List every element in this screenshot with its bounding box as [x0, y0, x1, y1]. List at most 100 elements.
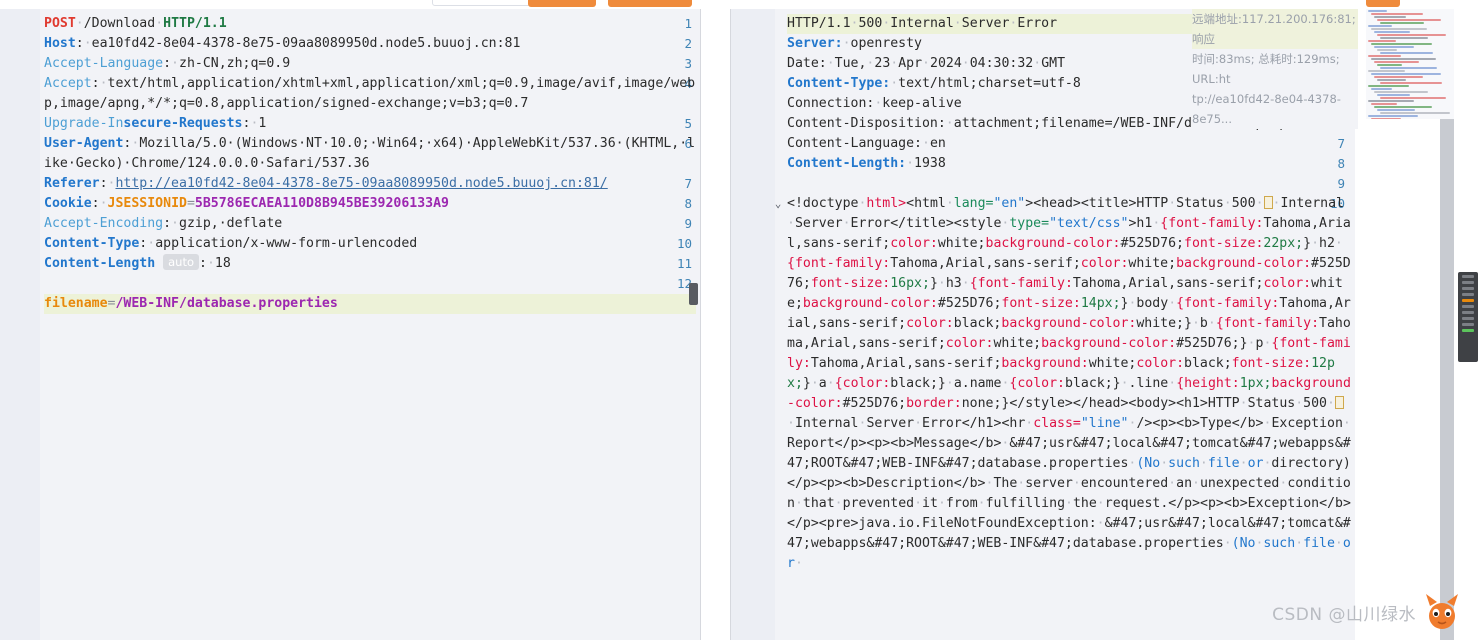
code-token: : [91, 196, 100, 211]
code-token: background: [1001, 356, 1089, 371]
code-token: {height: [1176, 376, 1240, 391]
code-token: · [1096, 516, 1105, 531]
code-token: font-size: [810, 276, 891, 291]
minimap-line [1377, 94, 1411, 96]
response-pane-right-edge [1355, 9, 1366, 640]
code-token: · [83, 36, 92, 51]
request-pane[interactable]: 12345678910111213 POST·/Download·HTTP/1.… [0, 9, 700, 640]
response-code[interactable]: HTTP/1.1·500·Internal·Server·Error Server… [787, 14, 1351, 574]
code-token: application/x-www-form-urlencoded [155, 236, 418, 251]
code-token: · [1065, 496, 1073, 511]
minimap-mark [1462, 287, 1474, 290]
code-token: type= [1009, 216, 1050, 231]
code-line[interactable]: Accept:·text/html,application/xhtml+xml,… [44, 74, 696, 114]
code-line[interactable]: filename=/WEB-INF/database.properties [44, 294, 696, 314]
code-token: · [1334, 236, 1343, 251]
code-line[interactable] [787, 174, 1351, 194]
minimap-line [1374, 16, 1406, 18]
response-code-surface[interactable]: 12345678910 ⌄ HTTP/1.1·500·Internal·Serv… [731, 9, 1355, 640]
minimap-line [1380, 112, 1451, 114]
pane-divider[interactable] [700, 9, 731, 640]
code-line[interactable]: Cookie:·JSESSIONID=5B5786ECAEA110D8B945B… [44, 194, 696, 214]
code-token: it [922, 496, 938, 511]
code-line[interactable]: <!doctype·html><html·lang="en"><head><ti… [787, 194, 1351, 574]
code-line[interactable]: Content-Disposition:·attachment;filename… [787, 114, 1351, 134]
minimap-line [1368, 70, 1405, 72]
minimap-mark [1462, 311, 1474, 314]
request-code[interactable]: POST·/Download·HTTP/1.1 Host:·ea10fd42-8e… [44, 14, 696, 314]
request-code-surface[interactable]: 12345678910111213 POST·/Download·HTTP/1.… [0, 9, 700, 640]
code-line[interactable]: Upgrade-Insecure-Requests:·1 [44, 114, 696, 134]
code-line[interactable]: Content-Length:·1938 [787, 154, 1351, 174]
code-line[interactable]: Content-Type:·text/html;charset=utf-8 [787, 74, 1351, 94]
code-token: Content-Type: [787, 76, 891, 91]
minimap-mark [1462, 323, 1474, 326]
burp-suite-repeater-window: 12345678910111213 POST·/Download·HTTP/1.… [0, 0, 1480, 640]
response-pane[interactable]: 12345678910 ⌄ HTTP/1.1·500·Internal·Serv… [731, 9, 1355, 640]
code-token: Internal [794, 416, 859, 431]
code-line[interactable]: POST·/Download·HTTP/1.1 [44, 14, 696, 34]
code-line[interactable]: Server:·openresty [787, 34, 1351, 54]
code-token: background-color: [1001, 316, 1137, 331]
code-token: Date: [787, 56, 827, 71]
code-token: · [961, 56, 970, 71]
code-token: attachment;filename=/WEB-INF/database.pr… [953, 116, 1335, 131]
code-token: 22px; [1263, 236, 1304, 251]
code-token: color: [906, 316, 954, 331]
code-line[interactable]: User-Agent:·Mozilla/5.0·(Windows·NT·10.0… [44, 134, 696, 174]
chevron-down-icon[interactable]: ⌄ [771, 194, 785, 214]
code-token: Status [1176, 196, 1224, 211]
code-token: #525D76; [937, 296, 1002, 311]
code-token: · [1239, 456, 1248, 471]
code-token: white; [1128, 256, 1177, 271]
minimap-line [1371, 58, 1437, 60]
code-token: Accept [44, 76, 92, 91]
code-line[interactable]: Accept-Encoding:·gzip,·deflate [44, 214, 696, 234]
code-token: a [818, 376, 827, 391]
code-line[interactable]: Connection:·keep-alive [787, 94, 1351, 114]
minimap-scrollbar-thumb[interactable] [1458, 272, 1478, 362]
code-token: · [1239, 396, 1248, 411]
code-token: : [91, 76, 100, 91]
code-token: color: [890, 236, 938, 251]
code-line[interactable]: Accept-Language:·zh-CN,zh;q=0.9 [44, 54, 696, 74]
secondary-action-button[interactable] [608, 0, 692, 7]
code-token: · [794, 556, 803, 571]
code-line[interactable]: Referer:·http://ea10fd42-8e04-4378-8e75-… [44, 174, 696, 194]
code-token: Server [794, 216, 843, 231]
code-line[interactable]: Host:·ea10fd42-8e04-4378-8e75-09aa808995… [44, 34, 696, 54]
request-scroll-handle[interactable] [689, 283, 698, 305]
code-token: background-color: [802, 296, 938, 311]
code-line[interactable]: Date:·Tue,·23·Apr·2024·04:30:32·GMT [787, 54, 1351, 74]
code-line[interactable]: Content-Type:·application/x-www-form-url… [44, 234, 696, 254]
tertiary-action-button[interactable] [1366, 0, 1400, 7]
code-token: {color: [834, 376, 891, 391]
code-line[interactable] [44, 274, 696, 294]
code-token: Content-Disposition: [787, 116, 946, 131]
code-token: h2 [1319, 236, 1335, 251]
code-line[interactable]: Content-Language:·en [787, 134, 1351, 154]
code-minimap[interactable] [1366, 9, 1454, 119]
code-token: ea10fd42-8e04-4378-8e75-09aa8089950d.nod… [91, 36, 521, 51]
code-token: Internal [1280, 196, 1344, 211]
code-token: Upgrade-In [44, 116, 124, 131]
code-token: b [1199, 316, 1208, 331]
code-line[interactable]: HTTP/1.1·500·Internal·Server·Error [787, 14, 1351, 34]
code-token: · [99, 196, 108, 211]
code-token: : [163, 216, 172, 231]
minimap-line [1374, 46, 1415, 48]
code-token: color: [1080, 256, 1129, 271]
code-token: 1px; [1239, 376, 1272, 391]
code-token: HTTP [1207, 396, 1240, 411]
minimap-line [1377, 49, 1398, 51]
code-token: } [1239, 336, 1248, 351]
code-token: white; [937, 236, 986, 251]
code-token: file [1303, 536, 1335, 551]
code-line[interactable]: Content-Length auto:·18 [44, 254, 696, 274]
primary-action-button[interactable] [528, 0, 596, 7]
code-token: black; [890, 376, 938, 391]
code-token: · [155, 16, 164, 31]
code-token: Exception [1271, 416, 1343, 431]
code-token: · [834, 496, 843, 511]
